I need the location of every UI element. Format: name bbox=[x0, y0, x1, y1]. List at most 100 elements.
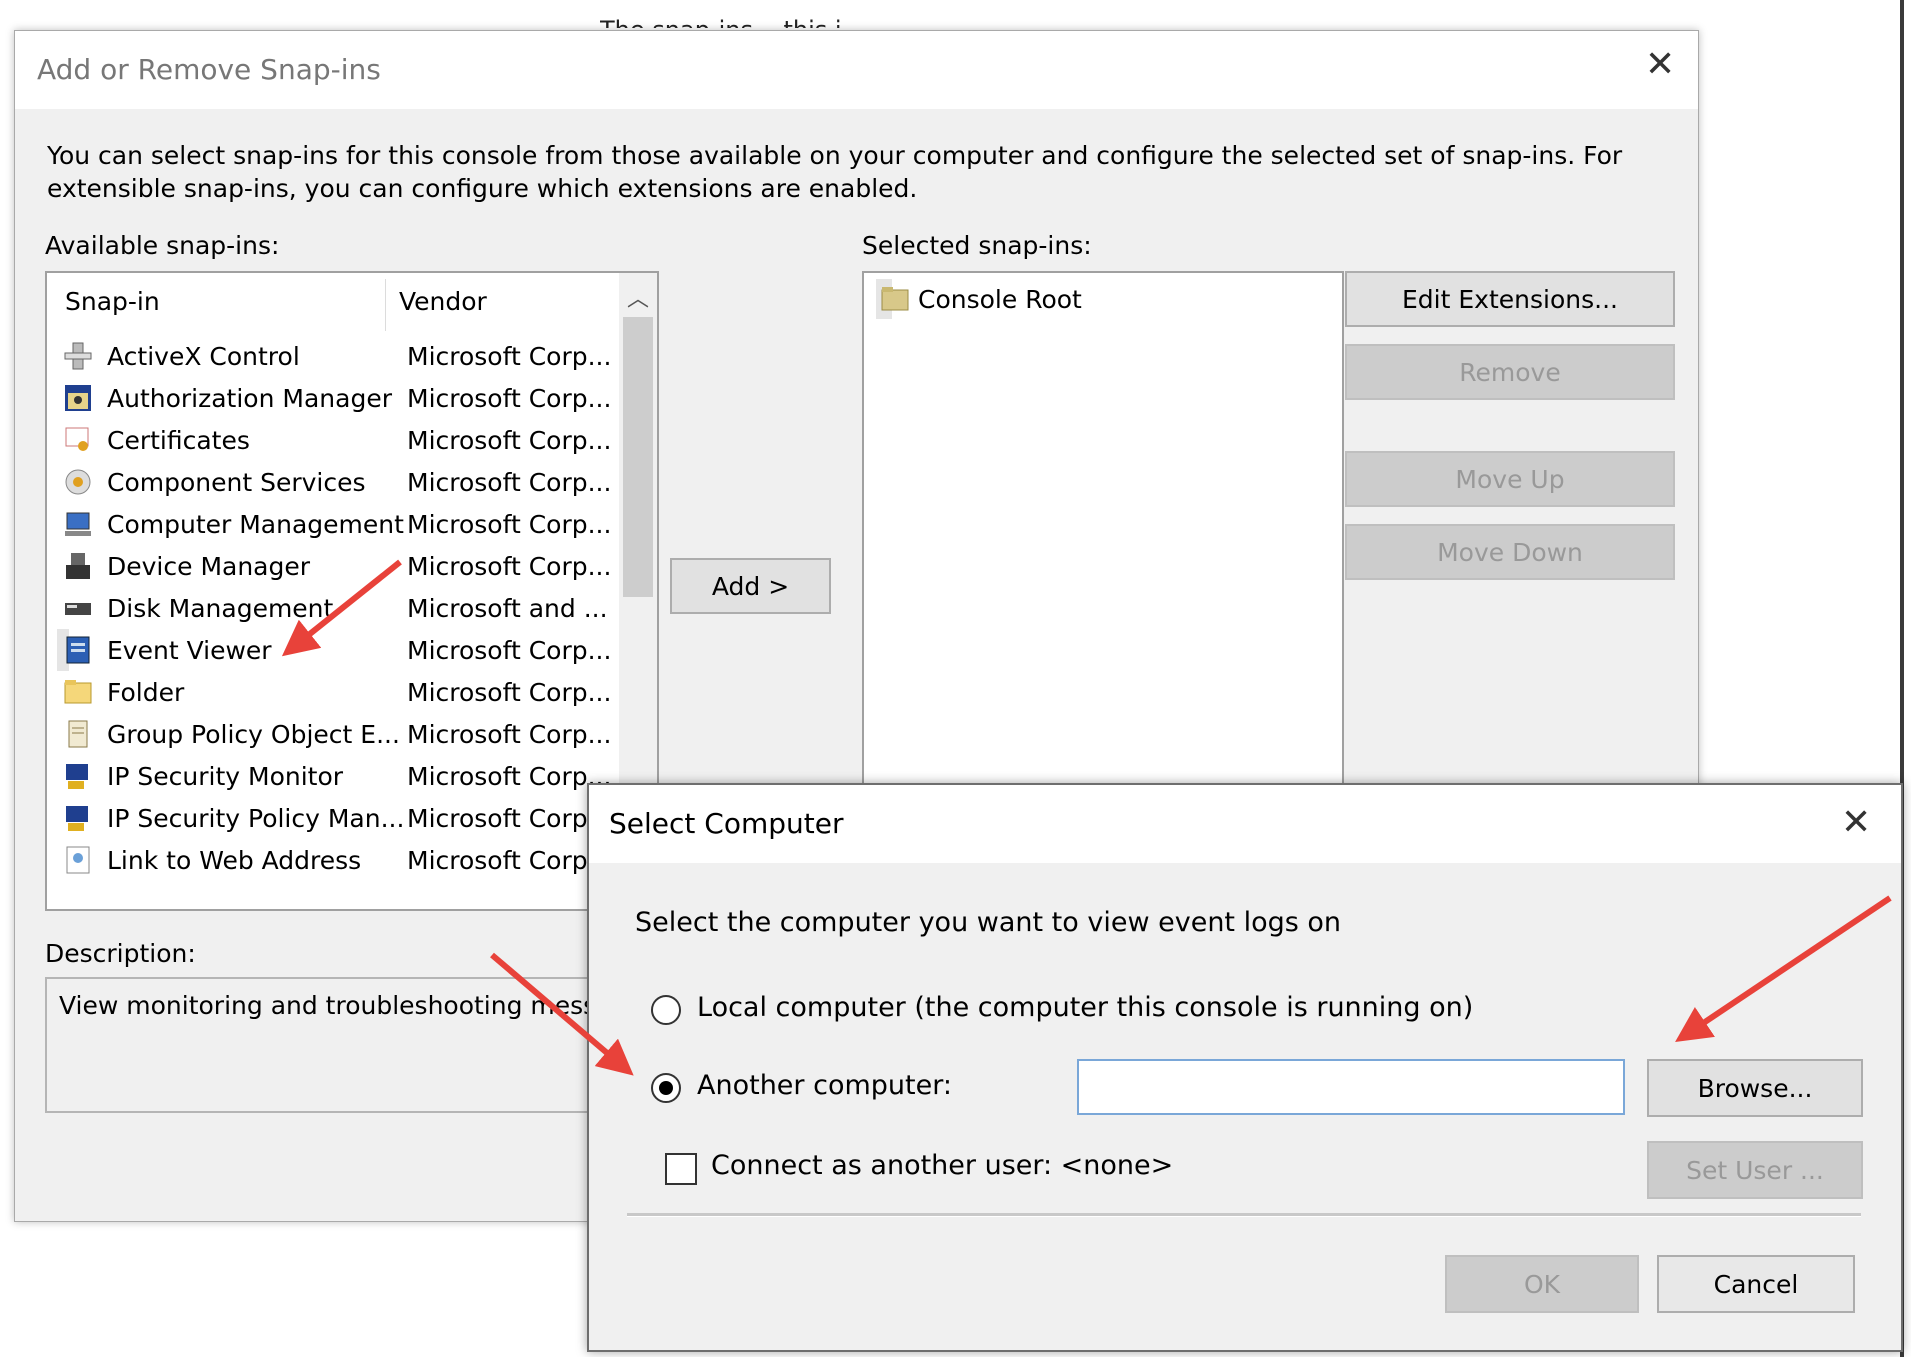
snapin-vendor: Microsoft Corp... bbox=[407, 342, 612, 371]
snapin-vendor: Microsoft Corp... bbox=[407, 804, 612, 833]
snapin-name: IP Security Policy Man... bbox=[107, 804, 405, 833]
move-up-button[interactable]: Move Up bbox=[1345, 451, 1675, 507]
snapin-computer-management[interactable]: Computer Management bbox=[57, 503, 404, 545]
snapin-disk-management[interactable]: Disk Management bbox=[57, 587, 333, 629]
snapin-event-viewer[interactable]: Event Viewer bbox=[57, 629, 272, 671]
snapin-row[interactable]: ActiveX Control Microsoft Corp... bbox=[47, 335, 627, 377]
snapin-name: Computer Management bbox=[107, 510, 404, 539]
ok-button[interactable]: OK bbox=[1445, 1255, 1639, 1313]
snapin-row[interactable]: IP Security Policy Man... Microsoft Corp.… bbox=[47, 797, 627, 839]
radio-selected-dot bbox=[659, 1081, 673, 1095]
device-manager-icon bbox=[66, 553, 90, 579]
snapin-row[interactable]: Computer Management Microsoft Corp... bbox=[47, 503, 627, 545]
authorization-manager-icon bbox=[65, 385, 91, 411]
component-services-icon bbox=[65, 469, 91, 495]
snapin-row[interactable]: Device Manager Microsoft Corp... bbox=[47, 545, 627, 587]
snapin-name: Authorization Manager bbox=[107, 384, 392, 413]
selected-snapins-label: Selected snap-ins: bbox=[862, 231, 1092, 260]
intro-text: You can select snap-ins for this console… bbox=[47, 141, 1623, 203]
snapin-row[interactable]: Authorization Manager Microsoft Corp... bbox=[47, 377, 627, 419]
snapin-name: IP Security Monitor bbox=[107, 762, 344, 791]
available-snapins-label: Available snap-ins: bbox=[45, 231, 280, 260]
snapin-vendor: Microsoft Corp... bbox=[407, 510, 612, 539]
disk-management-icon bbox=[65, 603, 91, 615]
snapin-certificates[interactable]: Certificates bbox=[57, 419, 250, 461]
another-computer-radio[interactable] bbox=[651, 1073, 681, 1103]
local-computer-label[interactable]: Local computer (the computer this consol… bbox=[697, 992, 1473, 1023]
add-button[interactable]: Add > bbox=[670, 558, 831, 614]
browse-button[interactable]: Browse... bbox=[1647, 1059, 1863, 1117]
edit-extensions-button[interactable]: Edit Extensions... bbox=[1345, 271, 1675, 327]
column-header-snapin[interactable]: Snap-in bbox=[65, 287, 160, 316]
snapin-vendor: Microsoft Corp... bbox=[407, 720, 612, 749]
snapin-name: Disk Management bbox=[107, 594, 334, 623]
separator-line bbox=[627, 1213, 1861, 1217]
snapin-vendor: Microsoft Corp... bbox=[407, 468, 612, 497]
folder-icon bbox=[64, 680, 92, 704]
background-window-text: The snap-ins... this i... bbox=[600, 10, 864, 28]
snapin-vendor: Microsoft Corp... bbox=[407, 636, 612, 665]
description-text: View monitoring and troubleshooting mess… bbox=[59, 991, 612, 1020]
title-bar: Add or Remove Snap-ins ✕ bbox=[15, 31, 1698, 109]
snapin-row[interactable]: Group Policy Object E... Microsoft Corp..… bbox=[47, 713, 627, 755]
snapin-device-manager[interactable]: Device Manager bbox=[57, 545, 310, 587]
snapin-group-policy-object-e[interactable]: Group Policy Object E... bbox=[57, 713, 400, 755]
column-header-vendor[interactable]: Vendor bbox=[399, 287, 487, 316]
snapin-name: ActiveX Control bbox=[107, 342, 300, 371]
snapin-name: Device Manager bbox=[107, 552, 311, 581]
connect-as-user-label[interactable]: Connect as another user: <none> bbox=[711, 1150, 1173, 1181]
web-link-icon bbox=[66, 846, 90, 874]
column-divider[interactable] bbox=[385, 279, 386, 331]
title-bar: Select Computer ✕ bbox=[589, 785, 1901, 863]
dialog-title: Select Computer bbox=[609, 807, 844, 840]
snapin-row[interactable]: Component Services Microsoft Corp... bbox=[47, 461, 627, 503]
scroll-up-icon[interactable]: ︿ bbox=[627, 281, 649, 313]
computer-management-icon bbox=[65, 512, 91, 536]
ip-security-monitor-icon bbox=[66, 764, 88, 789]
snapin-activex-control[interactable]: ActiveX Control bbox=[57, 335, 300, 377]
local-computer-radio[interactable] bbox=[651, 995, 681, 1025]
snapin-name: Component Services bbox=[107, 468, 366, 497]
selected-item-console-root[interactable]: Console Root bbox=[876, 279, 1082, 319]
snapin-name: Group Policy Object E... bbox=[107, 720, 400, 749]
available-snapins-list[interactable]: Snap-in Vendor ActiveX Control Microsoft … bbox=[45, 271, 659, 911]
snapin-vendor: Microsoft Corp... bbox=[407, 846, 612, 875]
remove-button[interactable]: Remove bbox=[1345, 344, 1675, 400]
ip-security-policy-icon bbox=[66, 806, 88, 831]
snapin-component-services[interactable]: Component Services bbox=[57, 461, 366, 503]
snapin-vendor: Microsoft Corp... bbox=[407, 552, 612, 581]
another-computer-label[interactable]: Another computer: bbox=[697, 1070, 952, 1101]
event-viewer-icon bbox=[66, 636, 90, 664]
move-down-button[interactable]: Move Down bbox=[1345, 524, 1675, 580]
snapin-vendor: Microsoft Corp... bbox=[407, 678, 612, 707]
snapin-authorization-manager[interactable]: Authorization Manager bbox=[57, 377, 392, 419]
snapin-vendor: Microsoft Corp... bbox=[407, 384, 612, 413]
connect-as-user-checkbox[interactable] bbox=[665, 1153, 697, 1185]
snapin-row[interactable]: Link to Web Address Microsoft Corp... bbox=[47, 839, 627, 881]
dialog-title: Add or Remove Snap-ins bbox=[37, 53, 381, 86]
selected-item-label: Console Root bbox=[918, 285, 1082, 314]
folder-icon bbox=[881, 287, 909, 311]
select-computer-dialog: Select Computer ✕ Select the computer yo… bbox=[587, 783, 1903, 1352]
group-policy-icon bbox=[68, 720, 88, 748]
snapin-folder[interactable]: Folder bbox=[57, 671, 184, 713]
snapin-name: Event Viewer bbox=[107, 636, 272, 665]
snapin-row[interactable]: Disk Management Microsoft and ... bbox=[47, 587, 627, 629]
close-icon[interactable]: ✕ bbox=[1645, 47, 1675, 83]
activex-icon bbox=[64, 342, 92, 370]
computer-name-input[interactable] bbox=[1077, 1059, 1625, 1115]
scrollbar-thumb[interactable] bbox=[623, 317, 653, 597]
snapin-row[interactable]: Folder Microsoft Corp... bbox=[47, 671, 627, 713]
snapin-row[interactable]: Event Viewer Microsoft Corp... bbox=[47, 629, 627, 671]
snapin-link-to-web-address[interactable]: Link to Web Address bbox=[57, 839, 361, 881]
snapin-row[interactable]: IP Security Monitor Microsoft Corp... bbox=[47, 755, 627, 797]
snapin-ip-security-monitor[interactable]: IP Security Monitor bbox=[57, 755, 343, 797]
prompt-text: Select the computer you want to view eve… bbox=[635, 907, 1342, 938]
set-user-button[interactable]: Set User ... bbox=[1647, 1141, 1863, 1199]
snapin-row[interactable]: Certificates Microsoft Corp... bbox=[47, 419, 627, 461]
cancel-button[interactable]: Cancel bbox=[1657, 1255, 1855, 1313]
close-icon[interactable]: ✕ bbox=[1841, 805, 1871, 841]
snapin-ip-security-policy-man[interactable]: IP Security Policy Man... bbox=[57, 797, 404, 839]
snapin-name: Folder bbox=[107, 678, 185, 707]
snapin-vendor: Microsoft and ... bbox=[407, 594, 608, 623]
